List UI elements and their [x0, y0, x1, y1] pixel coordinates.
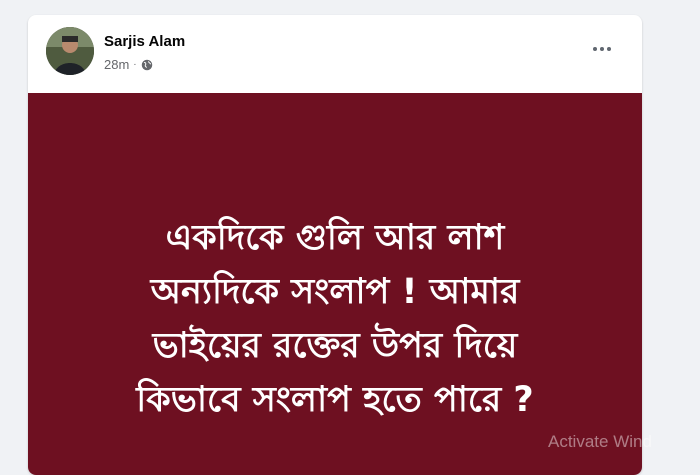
post-text-line: অন্যদিকে সংলাপ ! আমার — [150, 272, 520, 312]
more-horizontal-icon — [600, 47, 604, 51]
post-timestamp[interactable]: 28m — [104, 57, 129, 72]
post-card: Sarjis Alam 28m · একদিকে গুলি আর লাশ অন্… — [28, 15, 642, 475]
more-horizontal-icon — [593, 47, 597, 51]
more-options-button[interactable] — [586, 39, 618, 59]
separator: · — [133, 59, 137, 70]
post-text-line: একদিকে গুলি আর লাশ — [165, 218, 505, 258]
avatar[interactable] — [46, 27, 94, 75]
post-text-line: কিভাবে সংলাপ হতে পারে ? — [136, 380, 534, 420]
post-image[interactable]: একদিকে গুলি আর লাশ অন্যদিকে সংলাপ ! আমার… — [28, 93, 642, 475]
activate-windows-watermark: Activate Wind — [548, 432, 652, 451]
globe-icon[interactable] — [141, 59, 153, 71]
profile-photo-icon — [46, 27, 94, 75]
post-meta: 28m · — [104, 57, 153, 72]
more-horizontal-icon — [607, 47, 611, 51]
author-name[interactable]: Sarjis Alam — [104, 33, 185, 50]
post-image-text: একদিকে গুলি আর লাশ অন্যদিকে সংলাপ ! আমার… — [28, 211, 642, 427]
post-text-line: ভাইয়ের রক্তের উপর দিয়ে — [152, 326, 518, 366]
post-header: Sarjis Alam 28m · — [28, 15, 642, 93]
